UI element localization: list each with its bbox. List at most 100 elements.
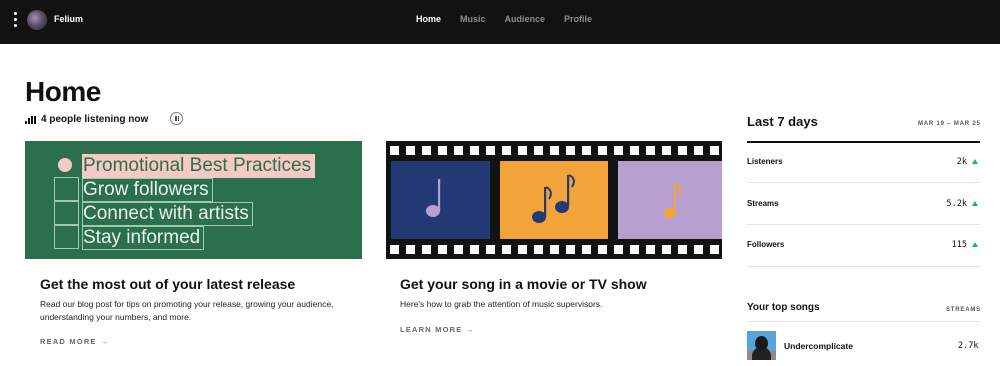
card-title[interactable]: Get the most out of your latest release [40, 276, 295, 292]
stat-row-followers[interactable]: Followers 115 [747, 240, 980, 254]
sprocket-hole [694, 146, 703, 155]
sprocket-hole [518, 146, 527, 155]
sprocket-hole [566, 245, 575, 254]
pause-icon[interactable] [170, 112, 183, 125]
arrow-right-icon: → [99, 337, 109, 346]
divider [747, 224, 980, 225]
song-streams: 2.7k [958, 341, 979, 351]
song-cover-art[interactable] [747, 331, 776, 360]
page-title: Home [25, 76, 101, 107]
sprocket-hole [470, 245, 479, 254]
sprocket-hole [678, 146, 687, 155]
promo-line: Promotional Best Practices [82, 154, 316, 178]
divider [747, 266, 980, 267]
sprocket-hole [470, 146, 479, 155]
promo-grid-cell [54, 177, 79, 201]
promo-line: Connect with artists [82, 202, 253, 226]
promo-grid-cell [54, 201, 79, 225]
stat-value: 5.2k [946, 199, 967, 209]
nav-home[interactable]: Home [416, 14, 441, 24]
nav-music[interactable]: Music [460, 14, 486, 24]
card-title[interactable]: Get your song in a movie or TV show [400, 276, 647, 292]
sprocket-hole [678, 245, 687, 254]
sprocket-hole [582, 245, 591, 254]
nav-audience[interactable]: Audience [505, 14, 546, 24]
trend-up-icon [972, 159, 978, 164]
top-songs-title: Your top songs [747, 302, 820, 313]
sprocket-hole [550, 146, 559, 155]
stat-value: 2k [956, 157, 967, 167]
sprocket-hole [598, 245, 607, 254]
trend-up-icon [972, 201, 978, 206]
artist-avatar[interactable] [27, 10, 47, 30]
listening-now: 4 people listening now [25, 114, 148, 125]
sprocket-hole [646, 146, 655, 155]
sprocket-hole [614, 245, 623, 254]
trend-up-icon [972, 242, 978, 247]
divider [747, 182, 980, 183]
streams-column-header: STREAMS [946, 307, 981, 313]
sprocket-hole [630, 245, 639, 254]
stat-label: Followers [747, 240, 785, 249]
sprocket-hole [518, 245, 527, 254]
read-more-link[interactable]: READ MORE → [40, 337, 109, 346]
learn-more-link[interactable]: LEARN MORE → [400, 325, 474, 334]
film-frame-2 [500, 161, 608, 239]
listening-count: 4 people listening now [41, 114, 149, 125]
divider [747, 321, 980, 322]
sprocket-hole [390, 146, 399, 155]
nav-profile[interactable]: Profile [564, 14, 592, 24]
card-description: Read our blog post for tips on promoting… [40, 299, 334, 322]
sprocket-hole [662, 245, 671, 254]
sprocket-hole [454, 146, 463, 155]
sprocket-hole [438, 146, 447, 155]
sprocket-hole [534, 146, 543, 155]
stats-title: Last 7 days [747, 114, 818, 129]
sprocket-hole [598, 146, 607, 155]
sprocket-hole [486, 245, 495, 254]
stat-value: 115 [951, 240, 967, 250]
sprocket-hole [550, 245, 559, 254]
main-nav: Home Music Audience Profile [416, 14, 611, 24]
sprocket-hole [422, 146, 431, 155]
more-options-icon[interactable] [12, 12, 18, 30]
sprocket-hole [454, 245, 463, 254]
stat-row-listeners[interactable]: Listeners 2k [747, 157, 980, 171]
film-frame-3 [618, 161, 722, 239]
promo-card-image[interactable]: Promotional Best Practices Grow follower… [25, 141, 362, 259]
sprocket-hole [422, 245, 431, 254]
sprocket-hole [566, 146, 575, 155]
date-range: MAR 19 – MAR 25 [918, 121, 981, 127]
divider [747, 141, 980, 143]
sprocket-hole [502, 245, 511, 254]
sprocket-hole [406, 245, 415, 254]
film-strip-graphic [390, 146, 722, 254]
sprocket-hole [646, 245, 655, 254]
stat-row-streams[interactable]: Streams 5.2k [747, 199, 980, 213]
sprocket-hole [630, 146, 639, 155]
stat-label: Streams [747, 199, 779, 208]
sprocket-hole [710, 245, 719, 254]
promo-line: Grow followers [82, 178, 213, 202]
film-frame-1 [391, 161, 490, 239]
film-strip-image[interactable] [386, 141, 722, 259]
bullet-dot [58, 158, 72, 172]
sprocket-hole [662, 146, 671, 155]
promo-line: Stay informed [82, 226, 205, 250]
sprocket-hole [694, 245, 703, 254]
equalizer-icon [25, 115, 37, 124]
promo-grid-cell [54, 225, 79, 249]
sprocket-hole [534, 245, 543, 254]
stat-label: Listeners [747, 157, 783, 166]
sprocket-hole [710, 146, 719, 155]
song-title[interactable]: Undercomplicate [784, 341, 853, 351]
sprocket-hole [486, 146, 495, 155]
learn-more-label: LEARN MORE [400, 325, 463, 334]
sprocket-hole [502, 146, 511, 155]
sprocket-hole [390, 245, 399, 254]
top-navigation-bar: Felium Home Music Audience Profile [0, 0, 1000, 44]
read-more-label: READ MORE [40, 337, 97, 346]
artist-name[interactable]: Felium [54, 14, 83, 24]
sprocket-hole [438, 245, 447, 254]
sprocket-hole [406, 146, 415, 155]
